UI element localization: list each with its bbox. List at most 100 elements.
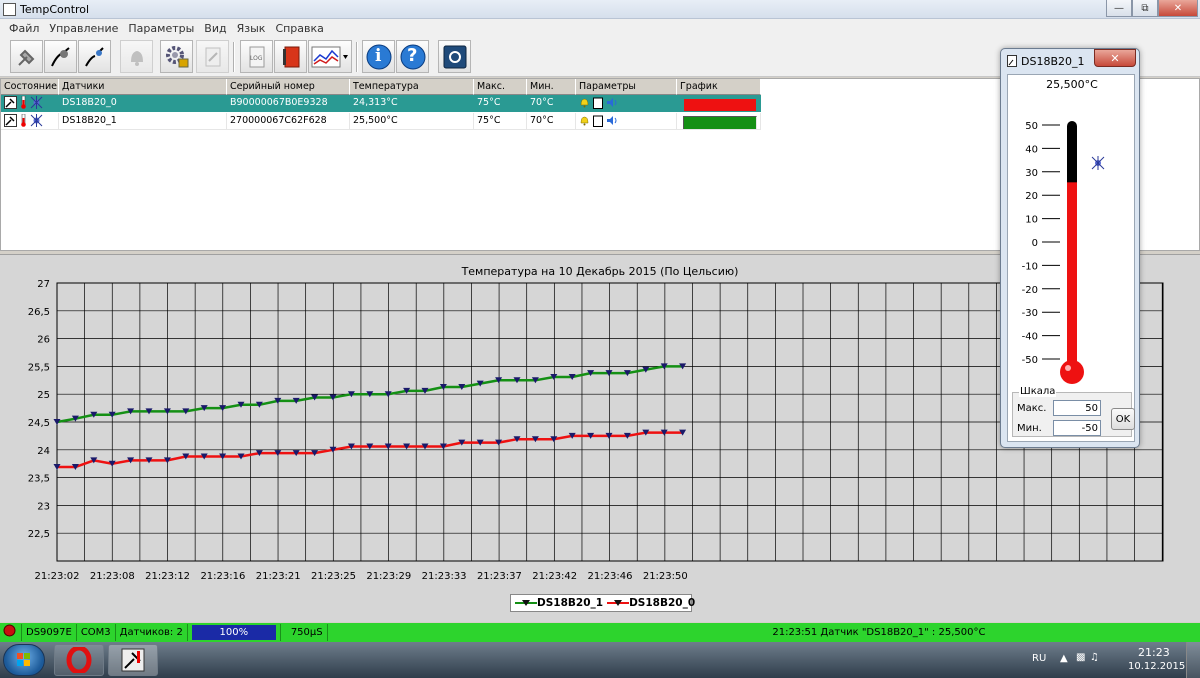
y-tick-label: 24,5: [28, 418, 50, 429]
app-icon: [3, 3, 16, 16]
sensor-plug-icon: [50, 46, 70, 66]
x-tick-label: 21:23:25: [311, 571, 356, 582]
x-tick-label: 21:23:12: [145, 571, 190, 582]
usb-plug-icon: [17, 49, 34, 66]
menu-file[interactable]: Файл: [4, 22, 44, 35]
thermometer-tick-label: 40: [1025, 144, 1038, 155]
opera-icon: [66, 647, 92, 673]
speaker-icon: [607, 116, 617, 125]
row-min: 70°C: [527, 113, 576, 130]
notebook-button[interactable]: [274, 40, 307, 73]
column-header-max[interactable]: Макс.: [474, 79, 527, 95]
clock-date[interactable]: 10.12.2015: [1128, 661, 1185, 672]
network-icon[interactable]: ▩: [1076, 652, 1085, 663]
x-tick-label: 21:23:37: [477, 571, 522, 582]
tempcontrol-app-icon: [121, 648, 145, 672]
scale-max-input[interactable]: [1053, 400, 1101, 416]
taskbar-tempcontrol[interactable]: [108, 644, 158, 676]
thermometer-tick-label: -10: [1022, 261, 1038, 272]
plug-icon: [4, 96, 17, 109]
row-graph: [677, 113, 761, 130]
status-message: 21:23:51 Датчик "DS18B20_1" : 25,500°C: [772, 627, 986, 638]
close-button[interactable]: ✕: [1158, 0, 1198, 17]
windows-logo-icon: [17, 653, 30, 666]
sensor-bug-icon: [1091, 156, 1105, 170]
column-header-serial[interactable]: Серийный номер: [227, 79, 350, 95]
y-tick-label: 24: [37, 446, 50, 457]
language-indicator[interactable]: RU: [1032, 653, 1046, 664]
thermometer-tick-label: 30: [1025, 168, 1038, 179]
connect-sensor-alt-button[interactable]: [44, 40, 77, 73]
row-temperature: 24,313°C: [350, 95, 474, 112]
show-desktop-button[interactable]: [1186, 642, 1200, 678]
scale-group-label: Шкала: [1019, 386, 1057, 397]
y-tick-label: 22,5: [28, 529, 50, 540]
y-tick-label: 27: [37, 279, 50, 290]
taskbar-opera[interactable]: [54, 644, 104, 676]
graph-color-bar: [683, 98, 757, 111]
column-header-parameters[interactable]: Параметры: [576, 79, 677, 95]
row-parameters: [576, 113, 677, 130]
gear-icon: [165, 45, 188, 67]
table-row[interactable]: DS18B20_1 270000067C62F628 25,500°C 75°C…: [1, 113, 761, 130]
settings-button[interactable]: [160, 40, 193, 73]
scale-min-input[interactable]: [1053, 420, 1101, 436]
legend-red-line-icon: [607, 600, 630, 606]
x-tick-label: 21:23:16: [200, 571, 245, 582]
thermometer-icon: [21, 96, 26, 109]
volume-icon[interactable]: ♫: [1090, 652, 1099, 663]
clock-time[interactable]: 21:23: [1138, 646, 1170, 659]
speaker-icon: [607, 98, 617, 107]
sensor-unplug-icon: [84, 46, 104, 66]
row-serial: B90000067B0E9328: [227, 95, 350, 112]
thermometer-mercury: [1067, 182, 1077, 371]
monitor-icon: [443, 45, 466, 68]
chart-button[interactable]: [308, 40, 352, 73]
edit-button[interactable]: [196, 40, 229, 73]
column-header-sensors[interactable]: Датчики: [59, 79, 227, 95]
x-tick-label: 21:23:33: [422, 571, 467, 582]
clipboard-icon: [593, 97, 604, 109]
row-sensor-name: DS18B20_1: [59, 113, 227, 130]
column-header-state[interactable]: Состояние: [1, 79, 59, 95]
row-graph: [677, 95, 761, 112]
scale-ok-button[interactable]: OK: [1111, 408, 1135, 430]
thermometer-close-button[interactable]: ✕: [1094, 49, 1136, 67]
table-row[interactable]: DS18B20_0 B90000067B0E9328 24,313°C 75°C…: [1, 95, 761, 112]
monitor-button[interactable]: [438, 40, 471, 73]
row-parameters: [576, 95, 677, 112]
menu-control[interactable]: Управление: [44, 22, 123, 35]
menu-help[interactable]: Справка: [270, 22, 328, 35]
thermometer-tick-label: -50: [1022, 355, 1038, 366]
menu-parameters[interactable]: Параметры: [123, 22, 199, 35]
connect-sensor-button[interactable]: [10, 40, 43, 73]
legend-label: DS18B20_1: [537, 597, 604, 609]
column-header-min[interactable]: Мин.: [527, 79, 576, 95]
alarm-button[interactable]: [120, 40, 153, 73]
thermometer-tick-label: 20: [1025, 191, 1038, 202]
help-button-label: ?: [407, 45, 418, 66]
thermometer-tick-label: 50: [1025, 121, 1038, 132]
x-tick-label: 21:23:29: [366, 571, 411, 582]
disconnect-sensor-button[interactable]: [78, 40, 111, 73]
minimize-button[interactable]: —: [1106, 0, 1132, 17]
column-header-temperature[interactable]: Температура: [350, 79, 474, 95]
maximize-button[interactable]: ⧉: [1132, 0, 1158, 17]
row-max: 75°C: [474, 113, 527, 130]
scale-max-label: Макс.: [1017, 403, 1047, 414]
start-button[interactable]: [3, 644, 45, 676]
line-chart-icon: [311, 46, 348, 67]
thermometer-gauge: 50 40 30 20 10 0 -10 -20 -30 -40 -50: [1022, 121, 1105, 384]
column-header-graph[interactable]: График: [677, 79, 761, 95]
x-tick-label: 21:23:02: [35, 571, 80, 582]
sensor-bug-icon: [30, 96, 43, 109]
status-device: DS9097E: [22, 624, 77, 641]
thermometer-bulb: [1060, 360, 1084, 384]
menu-view[interactable]: Вид: [199, 22, 231, 35]
tray-expand-icon[interactable]: ▲: [1060, 653, 1068, 664]
thermometer-icon: [21, 114, 26, 127]
log-button-label: LOG: [250, 55, 263, 62]
menu-language[interactable]: Язык: [232, 22, 271, 35]
taskbar: RU ▲ ▩ ♫ 21:23 10.12.2015: [0, 642, 1200, 678]
clipboard-icon: [593, 115, 604, 127]
